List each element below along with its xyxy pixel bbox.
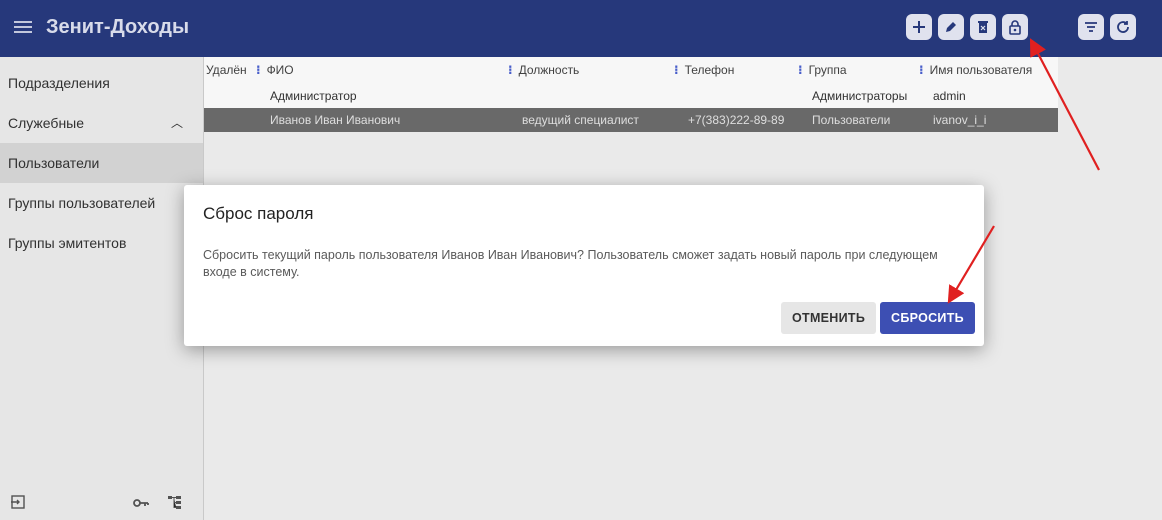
dialog-message: Сбросить текущий пароль пользователя Ива… [203,248,938,279]
cancel-button[interactable]: ОТМЕНИТЬ [781,302,877,334]
reset-password-dialog: Сброс пароля Сбросить текущий пароль пол… [184,185,984,346]
dialog-title: Сброс пароля [203,204,314,223]
confirm-reset-button[interactable]: СБРОСИТЬ [880,302,975,334]
